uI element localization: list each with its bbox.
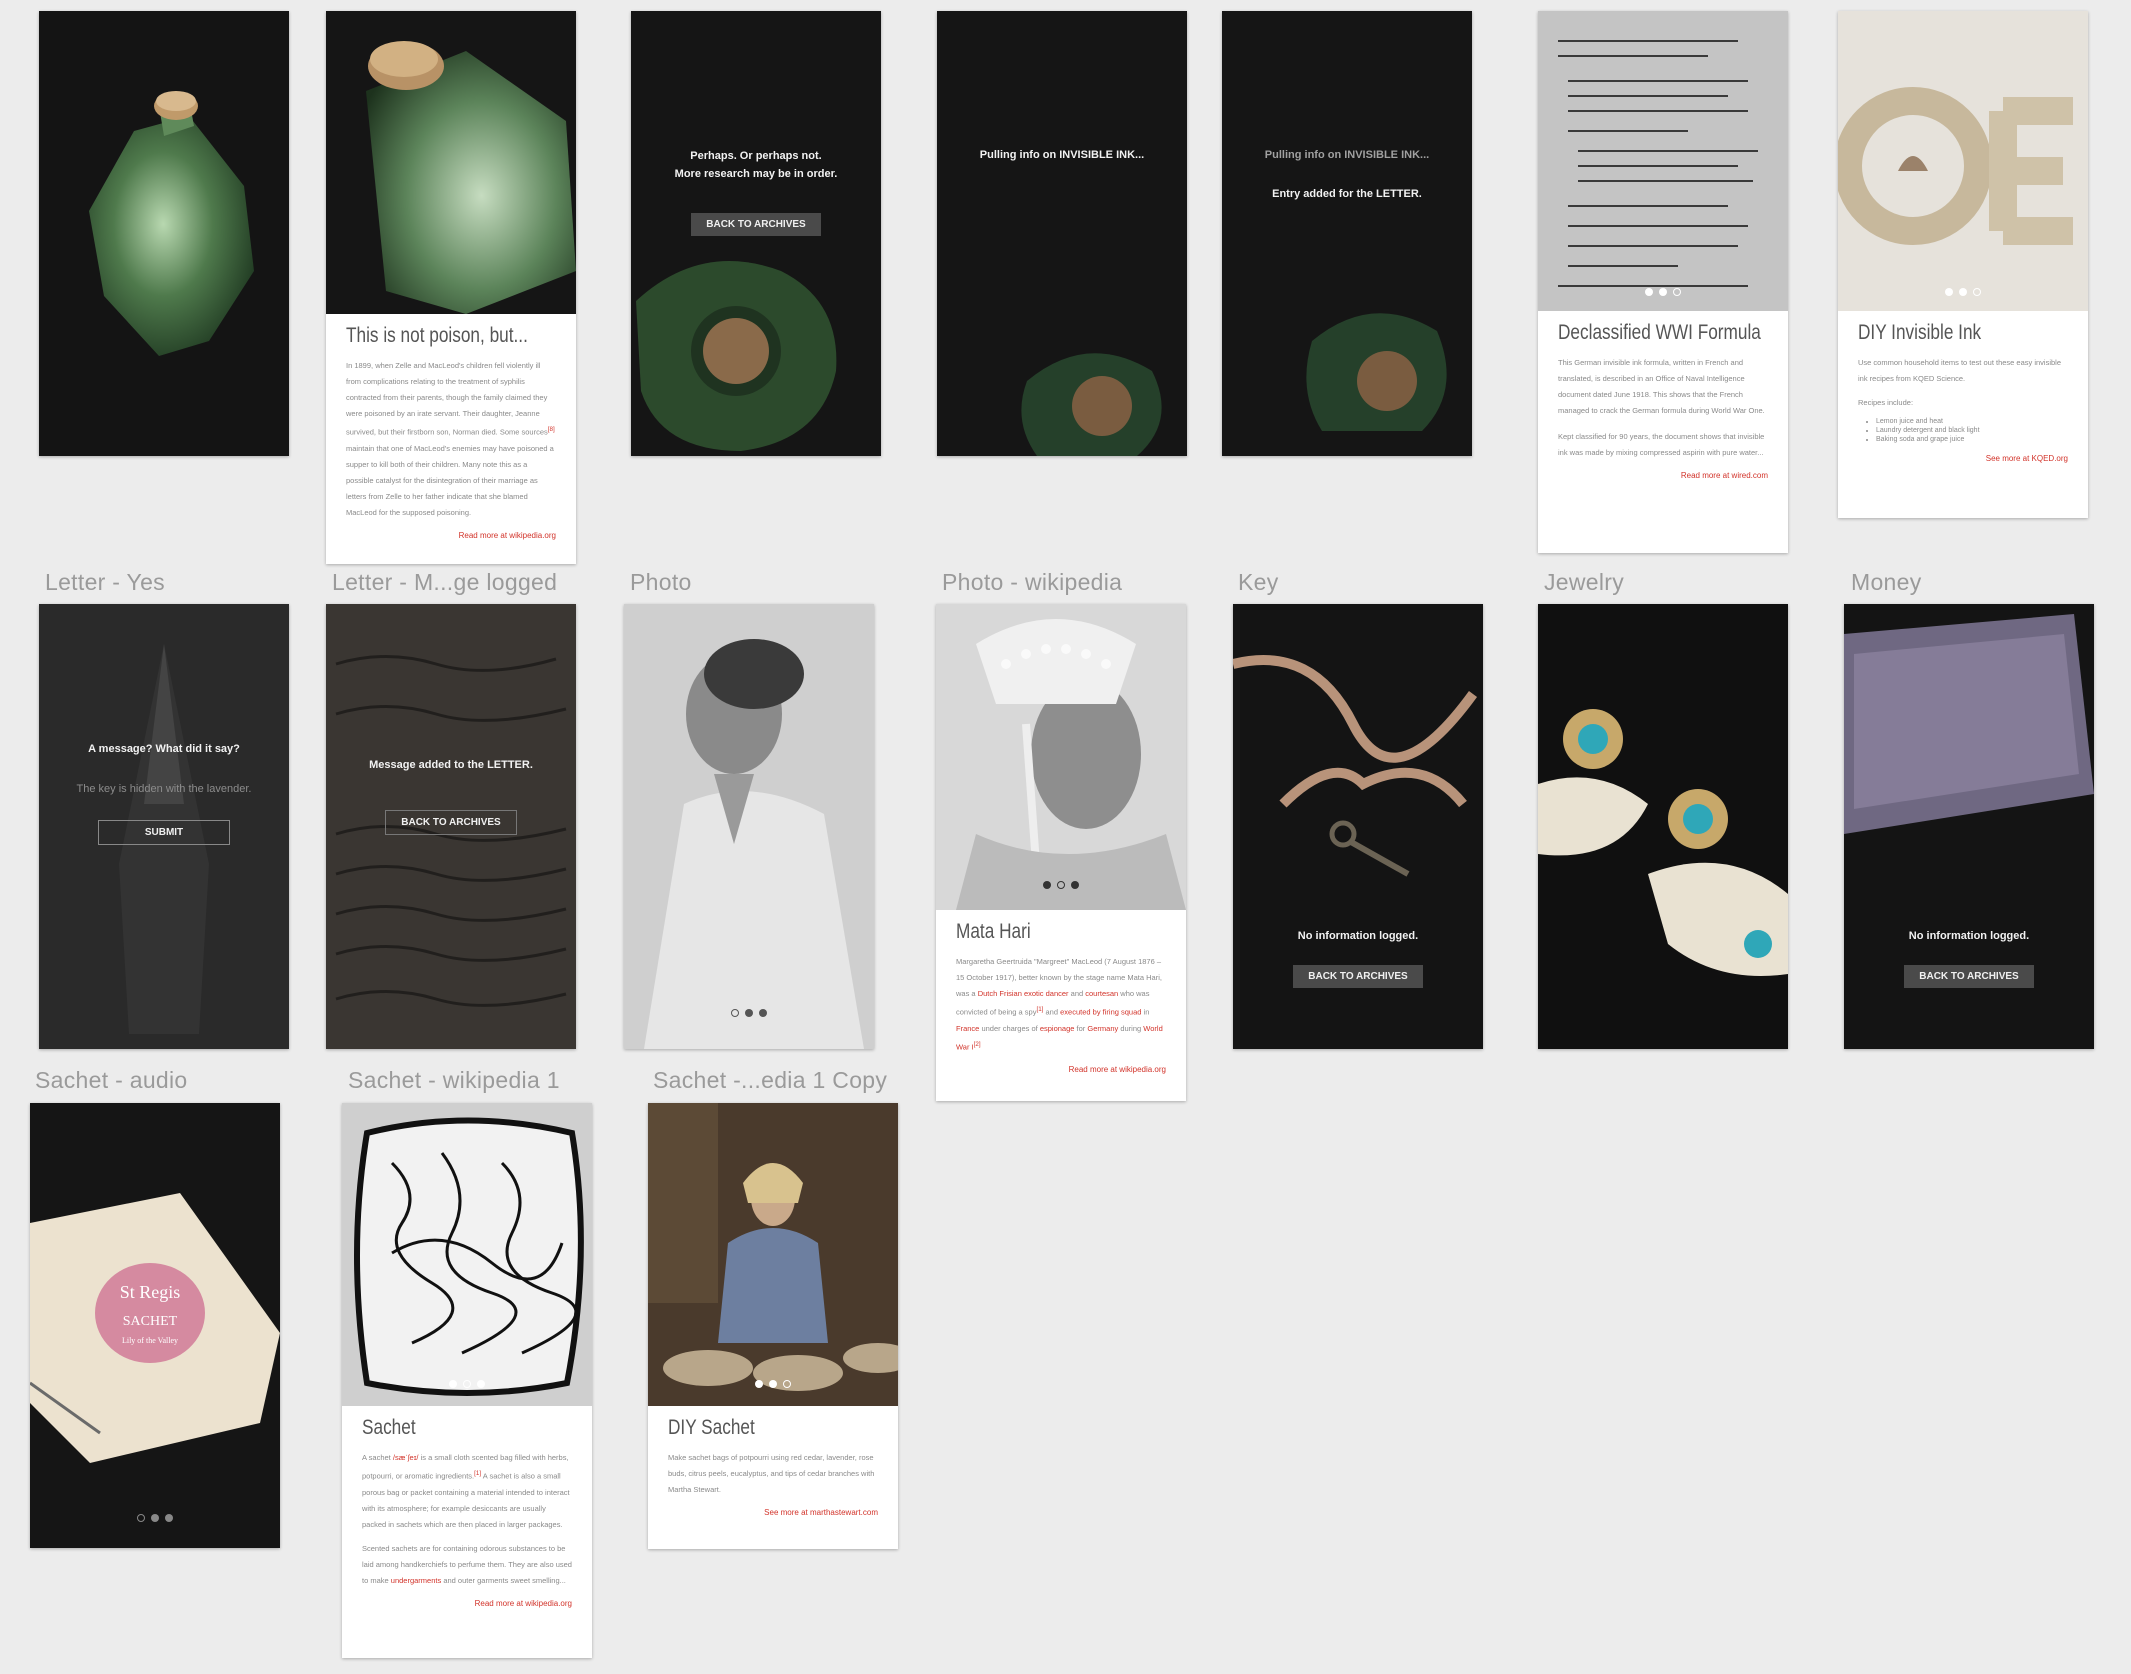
read-more-link[interactable]: Read more at wired.com <box>1558 471 1768 480</box>
carousel-dots[interactable] <box>30 1509 280 1527</box>
card-body: Use common household items to test out t… <box>1858 358 2062 383</box>
back-to-archives-button[interactable]: BACK TO ARCHIVES <box>691 213 821 236</box>
message-input[interactable]: The key is hidden with the lavender. <box>39 780 289 798</box>
read-more-link[interactable]: Read more at wikipedia.org <box>346 531 556 540</box>
recipes-label: Recipes include: <box>1858 398 1914 407</box>
read-more-link[interactable]: Read more at wikipedia.org <box>956 1065 1166 1074</box>
pulling-line: Pulling info on INVISIBLE INK... <box>1264 149 1430 161</box>
bottle-dark-image <box>937 11 1187 456</box>
artboard-bottle[interactable] <box>39 11 289 456</box>
carousel-dots[interactable] <box>342 1375 592 1393</box>
artboard-label: Money <box>1851 569 1922 595</box>
no-information-line: No information logged. <box>1908 930 2030 942</box>
carousel-dots[interactable] <box>624 1004 874 1022</box>
back-to-archives-button[interactable]: BACK TO ARCHIVES <box>385 810 517 835</box>
sachet-word: SACHET <box>123 1314 178 1329</box>
read-more-link[interactable]: See more at KQED.org <box>1858 454 2068 463</box>
artboard-wwi-formula[interactable]: Declassified WWI Formula This German inv… <box>1538 11 1788 553</box>
card-body-2: Scented sachets are for containing odoro… <box>362 1543 572 1585</box>
carousel-dots[interactable] <box>648 1375 898 1393</box>
sachet-card-image: St Regis SACHET Lily of the Valley <box>30 1103 280 1548</box>
artboard-label: Sachet -...edia 1 Copy <box>653 1067 888 1093</box>
artboard-label: Photo <box>630 569 692 595</box>
recipe-list: Lemon juice and heat Laundry detergent a… <box>1876 417 2068 444</box>
read-more-link[interactable]: See more at marthastewart.com <box>668 1508 878 1517</box>
card-title: DIY Invisible Ink <box>1858 321 1982 344</box>
back-to-archives-button[interactable]: BACK TO ARCHIVES <box>1904 965 2034 988</box>
artboard-label: Jewelry <box>1544 569 1625 595</box>
pulling-line: Pulling info on INVISIBLE INK... <box>979 149 1145 161</box>
card-title: DIY Sachet <box>668 1416 755 1439</box>
bottle-closeup-image <box>326 11 576 314</box>
card-body: A sachet /sæˈʃeɪ/ is a small cloth scent… <box>362 1453 570 1529</box>
carousel-dots[interactable] <box>936 876 1186 894</box>
portrait-image <box>624 604 874 1049</box>
card-title: Declassified WWI Formula <box>1558 321 1761 344</box>
list-item: Baking soda and grape juice <box>1876 435 2068 444</box>
artboard-bottle-result[interactable]: Perhaps. Or perhaps not. More research ma… <box>631 11 881 456</box>
artboard-bottle-pulling[interactable]: Pulling info on INVISIBLE INK... <box>937 11 1187 456</box>
earrings-image <box>1538 604 1788 1049</box>
artboard-jewelry[interactable] <box>1538 604 1788 1049</box>
read-more-link[interactable]: Read more at wikipedia.org <box>362 1599 572 1608</box>
sachet-subtitle: Lily of the Valley <box>122 1336 178 1345</box>
artboard-label: Sachet - audio <box>35 1067 188 1093</box>
card-body-2: Kept classified for 90 years, the docume… <box>1558 432 1765 457</box>
artboard-label: Sachet - wikipedia 1 <box>348 1067 560 1093</box>
artboard-diy-sachet[interactable]: DIY Sachet Make sachet bags of potpourri… <box>648 1103 898 1549</box>
card-title: Mata Hari <box>956 920 1031 943</box>
message-added-line: Message added to the LETTER. <box>369 759 533 771</box>
mata-hari-image <box>936 604 1186 910</box>
carousel-dots[interactable] <box>1538 283 1788 301</box>
carousel-dots[interactable] <box>1838 283 2088 301</box>
submit-button[interactable]: SUBMIT <box>98 820 230 845</box>
artboard-mata-hari[interactable]: Mata Hari Margaretha Geertruida "Margree… <box>936 604 1186 1101</box>
ink-letters-image <box>1838 11 2088 311</box>
message-question: A message? What did it say? <box>88 743 240 755</box>
card-title: This is not poison, but... <box>346 324 528 347</box>
artboard-key[interactable]: No information logged. BACK TO ARCHIVES <box>1233 604 1483 1049</box>
entry-added-line: Entry added for the LETTER. <box>1272 188 1422 200</box>
sachet-illustration-image <box>342 1103 592 1406</box>
martha-stewart-video-image <box>648 1103 898 1406</box>
card-title: Sachet <box>362 1416 416 1439</box>
artboard-sachet-wiki[interactable]: Sachet A sachet /sæˈʃeɪ/ is a small clot… <box>342 1103 592 1658</box>
document-image <box>1538 11 1788 311</box>
list-item: Lemon juice and heat <box>1876 417 2068 426</box>
bottle-dark-image <box>1222 11 1472 456</box>
sachet-brand: St Regis <box>120 1282 181 1302</box>
card-body: Make sachet bags of potpourri using red … <box>668 1453 875 1494</box>
card-body: Margaretha Geertruida "Margreet" MacLeod… <box>956 957 1163 1051</box>
artboard-letter-yes[interactable]: A message? What did it say? The key is h… <box>39 604 289 1049</box>
list-item: Laundry detergent and black light <box>1876 426 2068 435</box>
artboard-label: Letter - Yes <box>45 569 165 595</box>
bottle-image <box>39 11 289 456</box>
artboard-diy-invisible-ink[interactable]: DIY Invisible Ink Use common household i… <box>1838 11 2088 518</box>
artboard-photo[interactable] <box>624 604 874 1049</box>
artboard-money[interactable]: No information logged. BACK TO ARCHIVES <box>1844 604 2094 1049</box>
artboard-bottle-added[interactable]: Pulling info on INVISIBLE INK... Entry a… <box>1222 11 1472 456</box>
result-line-1: Perhaps. Or perhaps not. <box>690 150 822 162</box>
artboard-label: Photo - wikipedia <box>942 569 1123 595</box>
no-information-line: No information logged. <box>1297 930 1419 942</box>
artboard-letter-logged[interactable]: Message added to the LETTER. BACK TO ARC… <box>326 604 576 1049</box>
result-line-2: More research may be in order. <box>674 168 838 180</box>
card-body: In 1899, when Zelle and MacLeod's childr… <box>346 361 555 517</box>
back-to-archives-button[interactable]: BACK TO ARCHIVES <box>1293 965 1423 988</box>
artboard-label: Key <box>1238 569 1279 595</box>
artboard-bottle-wiki[interactable]: This is not poison, but... In 1899, when… <box>326 11 576 564</box>
card-body: This German invisible ink formula, writt… <box>1558 358 1765 415</box>
artboard-sachet-audio[interactable]: St Regis SACHET Lily of the Valley <box>30 1103 280 1548</box>
artboard-label: Letter - M...ge logged <box>332 569 558 595</box>
